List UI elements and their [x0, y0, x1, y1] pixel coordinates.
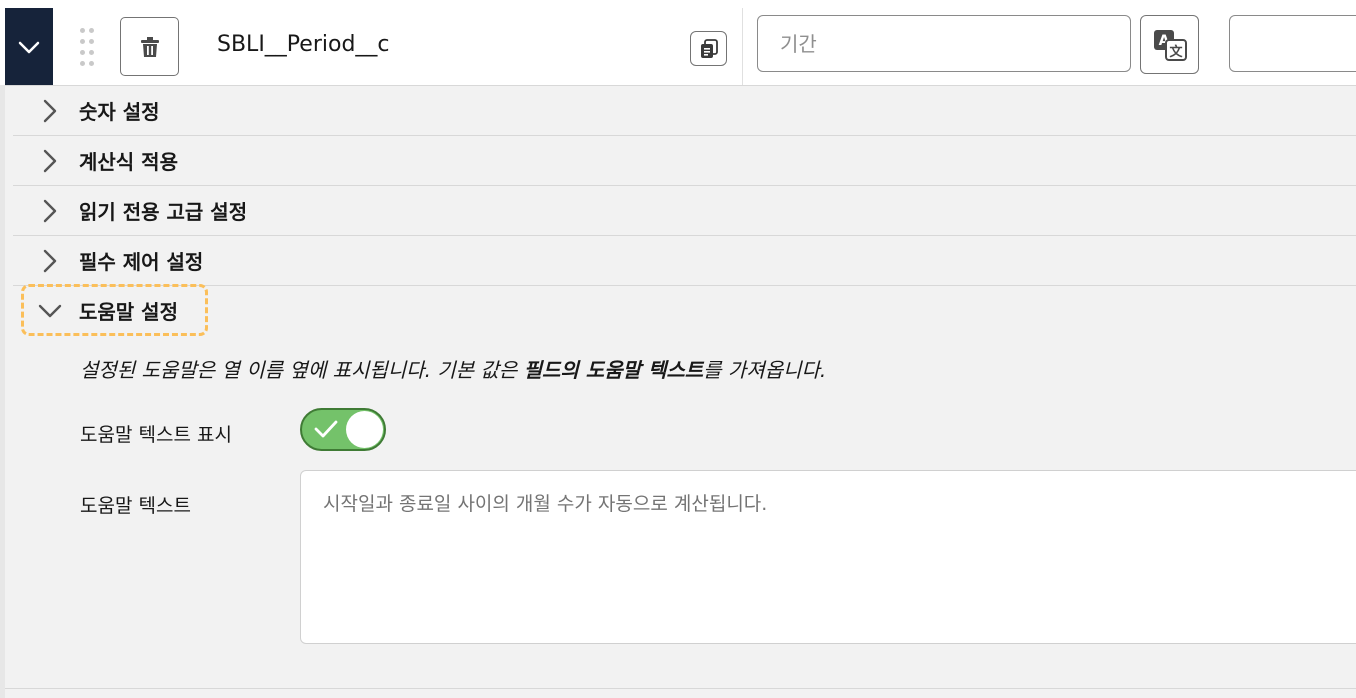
chevron-right-icon	[38, 199, 62, 223]
help-description: 설정된 도움말은 열 이름 옆에 표시됩니다. 기본 값은 필드의 도움말 텍스…	[80, 358, 827, 382]
field-api-name: SBLI__Period__c	[217, 32, 390, 57]
section-help-settings[interactable]: 도움말 설정	[13, 284, 1356, 336]
section-title: 숫자 설정	[79, 100, 160, 124]
show-help-toggle[interactable]	[300, 408, 386, 451]
secondary-input[interactable]	[1229, 15, 1356, 72]
settings-sections: 숫자 설정 계산식 적용 읽기 전용 고급 설정 필수 제어 설정 도움말 설정	[13, 86, 1356, 336]
show-help-label: 도움말 텍스트 표시	[80, 424, 232, 446]
toggle-knob	[346, 411, 383, 448]
drag-handle-icon[interactable]	[80, 28, 98, 66]
svg-text:文: 文	[1169, 44, 1183, 60]
chevron-right-icon	[38, 249, 62, 273]
translate-icon: A 文	[1153, 29, 1187, 61]
section-readonly-advanced[interactable]: 읽기 전용 고급 설정	[13, 186, 1356, 236]
field-row: SBLI__Period__c A 文	[0, 8, 1356, 86]
section-title: 필수 제어 설정	[79, 250, 204, 274]
trash-icon	[140, 36, 159, 57]
focus-ring	[21, 284, 208, 336]
copy-api-name-button[interactable]	[690, 31, 727, 66]
section-required-control[interactable]: 필수 제어 설정	[13, 236, 1356, 286]
help-text-label: 도움말 텍스트	[80, 495, 191, 517]
translate-button[interactable]: A 文	[1140, 15, 1199, 74]
field-label-input[interactable]	[757, 15, 1131, 72]
section-number-settings[interactable]: 숫자 설정	[13, 86, 1356, 136]
copy-icon	[700, 38, 718, 58]
help-text-input[interactable]	[300, 470, 1356, 644]
left-gutter	[0, 85, 5, 698]
bottom-divider	[5, 688, 1356, 689]
chevron-right-icon	[38, 99, 62, 123]
chevron-right-icon	[38, 149, 62, 173]
section-title: 계산식 적용	[79, 150, 178, 174]
delete-field-button[interactable]	[120, 17, 179, 76]
section-title: 읽기 전용 고급 설정	[79, 200, 248, 224]
section-formula[interactable]: 계산식 적용	[13, 136, 1356, 186]
column-divider	[742, 8, 743, 85]
collapse-field-button[interactable]	[5, 8, 53, 85]
check-icon	[314, 420, 338, 438]
chevron-down-icon	[18, 41, 40, 53]
